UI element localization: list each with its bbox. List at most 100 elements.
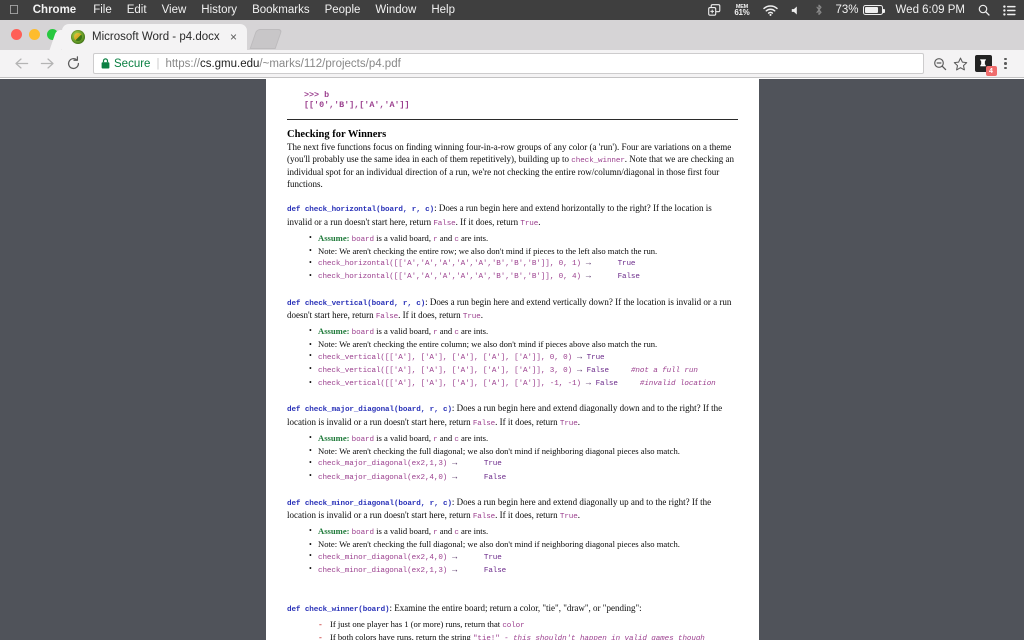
window-close-button[interactable] — [11, 29, 22, 40]
fn-signature: def check_major_diagonal(board, r, c) — [287, 406, 452, 415]
note-bullet: Note: We aren't checking the entire colu… — [309, 339, 738, 351]
example-result: False — [483, 473, 507, 482]
repl-prompt-line: >>> b — [304, 90, 330, 100]
example-call: check_major_diagonal(ex2,4,0) — [318, 473, 448, 482]
example-call: check_vertical([['A'], ['A'], ['A'], ['A… — [318, 353, 573, 362]
check-winner-bullet-2: If both colors have runs, return the str… — [319, 632, 738, 640]
fn-true-token: True — [559, 513, 578, 522]
example-bullet: check_major_diagonal(ex2,4,0)→ False — [309, 470, 738, 484]
url-scheme: https:// — [165, 57, 200, 70]
pdf-page-1: >>> b [['0','B'],['A','A']] Checking for… — [266, 79, 759, 640]
volume-icon[interactable] — [791, 5, 802, 16]
example-result: False — [617, 273, 640, 282]
function-bullets: Assume: board is a valid board, r and c … — [287, 432, 738, 484]
arrow-icon: → — [450, 457, 459, 468]
pdf-section-title: Checking for Winners — [287, 129, 387, 140]
window-minimize-button[interactable] — [29, 29, 40, 40]
function-block-check-horizontal: def check_horizontal(board, r, c): Does … — [287, 203, 738, 283]
browser-menu-button[interactable] — [995, 53, 1016, 75]
assume-board: board — [351, 235, 374, 244]
assume-and: and — [437, 325, 455, 336]
repl-output-line: [['0','B'],['A','A']] — [304, 100, 410, 110]
fn-desc-b: . If it does, return — [398, 310, 463, 321]
menu-item-people[interactable]: People — [325, 4, 361, 16]
arrow-icon: → — [450, 563, 459, 574]
assume-text-b: are ints. — [458, 232, 489, 243]
example-comment: #invalid location — [639, 380, 716, 389]
lock-icon — [101, 58, 110, 69]
forward-button[interactable] — [34, 53, 60, 75]
function-bullets: Assume: board is a valid board, r and c … — [287, 525, 738, 577]
function-block-check-major-diagonal: def check_major_diagonal(board, r, c): D… — [287, 403, 738, 483]
assume-text-a: is a valid board, — [373, 432, 434, 443]
control-center-icon[interactable] — [1003, 4, 1016, 16]
example-result: True — [586, 353, 605, 362]
example-call: check_minor_diagonal(ex2,1,3) — [318, 566, 448, 575]
example-result: False — [595, 380, 618, 389]
fn-desc-b: . If it does, return — [495, 510, 560, 521]
tab-close-icon[interactable]: × — [226, 31, 241, 43]
browser-tab-active[interactable]: Microsoft Word - p4.docx × — [62, 24, 247, 50]
note-bullet: Note: We aren't checking the full diagon… — [309, 445, 738, 457]
new-tab-button[interactable] — [249, 29, 283, 49]
extension-badge-count: 4 — [985, 66, 997, 76]
address-bar[interactable]: Secure | https://cs.gmu.edu/~marks/112/p… — [93, 53, 924, 74]
battery-icon[interactable] — [862, 5, 885, 15]
fn-false-token: False — [375, 313, 399, 322]
bluetooth-icon[interactable] — [815, 4, 823, 16]
menu-item-edit[interactable]: Edit — [127, 4, 147, 16]
assume-text-b: are ints. — [458, 325, 489, 336]
function-block-check-vertical: def check_vertical(board, r, c): Does a … — [287, 297, 738, 391]
arrow-icon: → — [575, 363, 584, 374]
arrow-icon: → — [583, 257, 593, 268]
pdf-viewer[interactable]: >>> b [['0','B'],['A','A']] Checking for… — [0, 79, 1024, 640]
url-host: cs.gmu.edu — [199, 57, 260, 70]
back-button[interactable] — [8, 53, 34, 75]
fn-desc: : Examine the entire board; return a col… — [389, 603, 642, 613]
menu-item-chrome[interactable]: Chrome — [33, 4, 76, 16]
arrow-icon: → — [450, 470, 459, 481]
fn-desc-b: . If it does, return — [455, 216, 521, 227]
function-signature-line-check-winner: def check_winner(board): Examine the ent… — [287, 603, 738, 617]
example-call: check_vertical([['A'], ['A'], ['A'], ['A… — [318, 366, 573, 375]
menu-item-view[interactable]: View — [162, 4, 187, 16]
bookmark-star-icon[interactable] — [950, 53, 971, 75]
function-signature-line: def check_horizontal(board, r, c): Does … — [287, 203, 738, 230]
screen-share-icon[interactable] — [708, 4, 721, 16]
menu-item-file[interactable]: File — [93, 4, 112, 16]
extension-icon[interactable]: ♜ 4 — [971, 53, 997, 76]
assume-bullet: Assume: board is a valid board, r and c … — [309, 325, 738, 339]
assume-label: Assume: — [318, 432, 350, 443]
assume-board: board — [351, 528, 374, 537]
menu-item-bookmarks[interactable]: Bookmarks — [252, 4, 310, 16]
arrow-icon: → — [583, 270, 593, 281]
fn-true-token: True — [559, 420, 578, 429]
battery-percent-label: 73% — [835, 4, 859, 16]
memory-usage-indicator[interactable]: MEM 61% — [734, 4, 749, 17]
arrow-icon: → — [575, 350, 584, 361]
menu-bar-app-menus:  Chrome File Edit View History Bookmark… — [0, 3, 455, 17]
example-bullet: check_horizontal([['A','A','A','A','A','… — [309, 270, 738, 283]
kebab-menu-icon — [1004, 57, 1007, 70]
assume-bullet: Assume: board is a valid board, r and c … — [309, 432, 738, 446]
apple-logo-icon[interactable]:  — [9, 3, 19, 16]
security-status-label: Secure — [114, 57, 151, 70]
assume-board: board — [351, 435, 374, 444]
example-bullet: check_major_diagonal(ex2,1,3)→ True — [309, 457, 738, 470]
assume-text-b: are ints. — [458, 432, 489, 443]
zoom-out-icon[interactable] — [929, 53, 950, 75]
menu-item-window[interactable]: Window — [375, 4, 416, 16]
spotlight-search-icon[interactable] — [978, 4, 990, 16]
omnibox-divider: | — [156, 57, 160, 70]
assume-text-a: is a valid board, — [373, 525, 434, 536]
menu-bar-clock[interactable]: Wed 6:09 PM — [896, 4, 965, 16]
menu-item-help[interactable]: Help — [431, 4, 455, 16]
tab-favicon-icon — [71, 30, 85, 44]
assume-and: and — [437, 432, 455, 443]
wifi-icon[interactable] — [762, 4, 778, 16]
reload-button[interactable] — [60, 53, 86, 75]
assume-board: board — [351, 328, 374, 337]
fn-false-token: False — [433, 219, 456, 228]
browser-toolbar: Secure | https://cs.gmu.edu/~marks/112/p… — [0, 50, 1024, 78]
menu-item-history[interactable]: History — [201, 4, 237, 16]
